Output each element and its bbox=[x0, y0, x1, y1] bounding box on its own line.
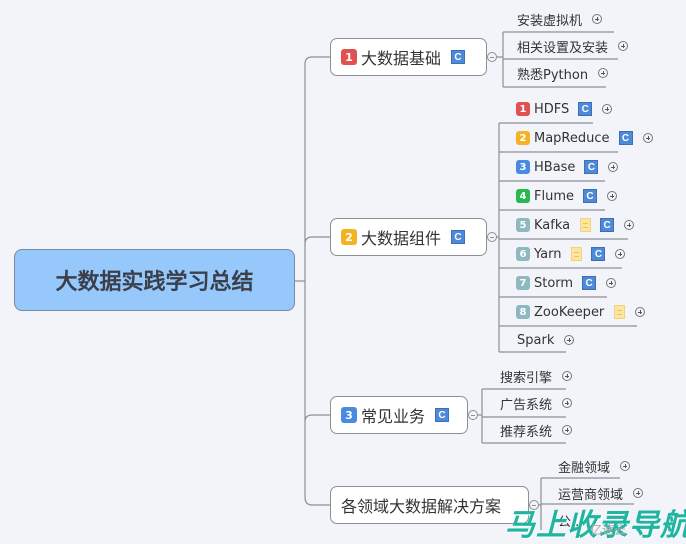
subtopic[interactable]: 4 Flume C bbox=[516, 182, 617, 210]
expand-icon[interactable] bbox=[618, 41, 629, 51]
c-icon[interactable]: C bbox=[591, 247, 606, 261]
subtopic-label: 搜索引擎 bbox=[500, 370, 553, 386]
priority-8-icon: 8 bbox=[516, 305, 530, 319]
c-icon[interactable]: C bbox=[584, 160, 599, 174]
expand-icon[interactable] bbox=[562, 425, 573, 435]
expand-icon[interactable] bbox=[606, 278, 617, 288]
subtopic-label: 熟悉Python bbox=[517, 67, 589, 83]
root-title: 大数据实践学习总结 bbox=[55, 270, 254, 295]
subtopic[interactable]: 3 HBase C bbox=[516, 153, 619, 181]
c-icon[interactable]: C bbox=[600, 218, 615, 232]
subtopic-label: 相关设置及安装 bbox=[517, 40, 609, 56]
subtopic[interactable]: 5 Kafka C bbox=[516, 211, 635, 239]
expand-icon[interactable] bbox=[562, 398, 573, 408]
expand-icon[interactable] bbox=[608, 162, 619, 172]
subtopic-label: 安装虚拟机 bbox=[517, 13, 583, 29]
subtopic[interactable]: 相关设置及安装 bbox=[517, 32, 629, 60]
expand-icon[interactable] bbox=[592, 14, 603, 24]
expand-icon[interactable] bbox=[620, 461, 631, 471]
subtopic[interactable]: 1 HDFS C bbox=[516, 95, 613, 123]
connector-trunk bbox=[304, 56, 330, 506]
subtopic-label: MapReduce bbox=[534, 130, 610, 146]
priority-3-icon: 3 bbox=[341, 407, 357, 423]
expand-icon[interactable] bbox=[633, 488, 644, 498]
subtopic[interactable]: 8 ZooKeeper bbox=[516, 298, 646, 326]
root-topic[interactable]: 大数据实践学习总结 bbox=[14, 249, 295, 311]
subtopic-label: 推荐系统 bbox=[500, 424, 553, 440]
subtopic[interactable]: 6 Yarn C bbox=[516, 240, 626, 268]
topic-label: 大数据组件 bbox=[361, 229, 442, 248]
priority-5-icon: 5 bbox=[516, 218, 530, 232]
subtopic[interactable]: 安装虚拟机 bbox=[517, 5, 603, 33]
mind-map-canvas: 大数据实践学习总结 1 大数据基础 C 安装虚拟机 相关设置及安装 熟悉Pyth… bbox=[0, 0, 686, 543]
subtopic-label: Yarn bbox=[534, 246, 562, 262]
priority-3-icon: 3 bbox=[516, 160, 530, 174]
priority-2-icon: 2 bbox=[516, 131, 530, 145]
subtopic[interactable]: 金融领域 bbox=[558, 452, 631, 480]
subtopic-label: Kafka bbox=[534, 217, 571, 233]
subtopic-label: HBase bbox=[534, 159, 576, 175]
expand-icon[interactable] bbox=[562, 371, 573, 381]
expand-icon[interactable] bbox=[607, 191, 617, 201]
subtopic[interactable]: 推荐系统 bbox=[500, 416, 573, 444]
priority-6-icon: 6 bbox=[516, 247, 530, 261]
c-icon[interactable]: C bbox=[451, 50, 466, 64]
expand-icon[interactable] bbox=[642, 133, 653, 143]
c-icon[interactable]: C bbox=[578, 102, 593, 116]
subtopic[interactable]: 2 MapReduce C bbox=[516, 124, 653, 152]
subtopic[interactable]: 熟悉Python bbox=[517, 59, 609, 87]
topic-label: 各领域大数据解决方案 bbox=[341, 497, 502, 516]
subtopic[interactable]: 7 Storm C bbox=[516, 269, 617, 297]
expand-icon[interactable] bbox=[615, 249, 626, 259]
topic-big-data-components[interactable]: 2 大数据组件 C bbox=[330, 218, 487, 256]
subtopic-label: 金融领域 bbox=[558, 460, 611, 476]
watermark-sub: 亿速云 bbox=[590, 523, 627, 537]
expand-icon[interactable] bbox=[598, 68, 609, 78]
topic-label: 大数据基础 bbox=[361, 49, 442, 68]
subtopic[interactable]: 广告系统 bbox=[500, 389, 573, 417]
topic-common-business[interactable]: 3 常见业务 C bbox=[330, 396, 468, 434]
c-icon[interactable]: C bbox=[582, 276, 597, 290]
subtopic[interactable]: 搜索引擎 bbox=[500, 362, 573, 390]
priority-2-icon: 2 bbox=[341, 229, 357, 245]
c-icon[interactable]: C bbox=[451, 230, 466, 244]
subtopic-label: Storm bbox=[534, 275, 574, 291]
priority-1-icon: 1 bbox=[341, 49, 357, 65]
collapse-toggle[interactable] bbox=[487, 232, 497, 242]
expand-icon[interactable] bbox=[602, 104, 613, 114]
note-icon[interactable] bbox=[580, 218, 592, 232]
topic-label: 常见业务 bbox=[361, 407, 426, 426]
topic-big-data-basics[interactable]: 1 大数据基础 C bbox=[330, 38, 487, 76]
subtopic-label: ZooKeeper bbox=[534, 304, 605, 320]
expand-icon[interactable] bbox=[564, 335, 575, 345]
subtopic-label: 广告系统 bbox=[500, 397, 553, 413]
subtopic-label: Spark bbox=[517, 332, 555, 348]
c-icon[interactable]: C bbox=[583, 189, 597, 203]
expand-icon[interactable] bbox=[635, 307, 646, 317]
topic-industry-solutions[interactable]: 各领域大数据解决方案 bbox=[330, 486, 529, 524]
note-icon[interactable] bbox=[571, 247, 583, 261]
c-icon[interactable]: C bbox=[618, 131, 633, 145]
expand-icon[interactable] bbox=[624, 220, 635, 230]
collapse-toggle[interactable] bbox=[487, 52, 497, 62]
collapse-toggle[interactable] bbox=[468, 410, 478, 420]
note-icon[interactable] bbox=[614, 305, 626, 319]
priority-1-icon: 1 bbox=[516, 102, 530, 116]
subtopic-label: HDFS bbox=[534, 101, 570, 117]
priority-4-icon: 4 bbox=[516, 189, 530, 203]
subtopic-label: Flume bbox=[534, 188, 574, 204]
subtopic[interactable]: Spark bbox=[517, 326, 575, 354]
c-icon[interactable]: C bbox=[435, 408, 450, 422]
priority-7-icon: 7 bbox=[516, 276, 530, 290]
